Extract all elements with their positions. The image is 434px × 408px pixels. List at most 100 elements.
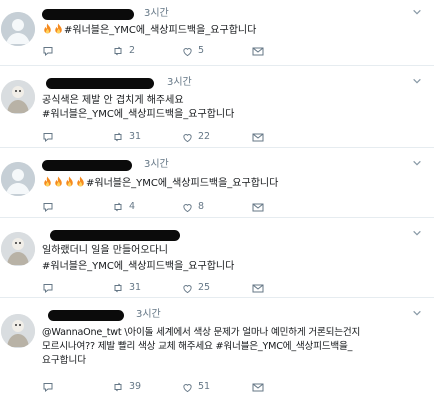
retweet-icon bbox=[112, 45, 124, 57]
tweet-text-line: 요구합니다 bbox=[42, 355, 87, 366]
tweet-text: 일하랬더니 일을 만들어오다니 bbox=[42, 245, 168, 256]
default-avatar[interactable] bbox=[1, 162, 35, 196]
like-count: 25 bbox=[198, 282, 211, 293]
heart-icon bbox=[182, 283, 193, 294]
retweet-icon bbox=[112, 201, 124, 213]
mail-icon bbox=[252, 132, 264, 143]
tweet-header: 3시간 bbox=[42, 7, 422, 21]
retweet-count: 39 bbox=[129, 381, 142, 392]
redaction-mark bbox=[42, 9, 134, 20]
chevron-down-icon[interactable] bbox=[412, 308, 422, 318]
reply-icon bbox=[42, 381, 54, 393]
tweet-header: 3시간 bbox=[42, 76, 422, 90]
retweet-icon bbox=[112, 381, 124, 393]
photo-avatar[interactable] bbox=[1, 80, 35, 114]
tweet-text: #워너블은_YMC에_색상피드백을_요구합니다 bbox=[42, 23, 430, 38]
chevron-down-icon[interactable] bbox=[412, 228, 422, 238]
tweet-actions: 31 25 bbox=[42, 281, 342, 295]
dm-button[interactable] bbox=[252, 130, 264, 144]
tweet-text-line: @WannaOne_twt \아이돌 세계에서 색상 문제가 얼마나 예민하게 … bbox=[42, 327, 361, 338]
tweet-header: 3시간 bbox=[42, 158, 422, 172]
retweet-button[interactable]: 31 bbox=[112, 281, 141, 295]
heart-icon bbox=[182, 202, 193, 213]
fire-icon bbox=[75, 176, 86, 188]
tweet-header bbox=[42, 228, 422, 242]
dm-button[interactable] bbox=[252, 200, 264, 214]
chevron-down-icon[interactable] bbox=[412, 76, 422, 86]
tweet-actions: 4 8 bbox=[42, 200, 342, 214]
tweet-actions: 31 22 bbox=[42, 130, 342, 144]
fire-icon bbox=[42, 176, 53, 188]
like-button[interactable]: 5 bbox=[182, 44, 204, 58]
reply-icon bbox=[42, 282, 54, 294]
tweet-text: 공식색은 제발 안 겹치게 해주세요 bbox=[42, 95, 184, 106]
reply-button[interactable] bbox=[42, 130, 54, 144]
tweet[interactable]: 3시간 공식색은 제발 안 겹치게 해주세요 #워너블은_YMC에_색상피드백을… bbox=[0, 66, 434, 148]
hashtag[interactable]: #워너블은_YMC에_색상피드백을_요구합니다 bbox=[64, 25, 256, 36]
tweet-hashtag[interactable]: #워너블은_YMC에_색상피드백을_요구합니다 bbox=[42, 260, 430, 274]
like-button[interactable]: 25 bbox=[182, 281, 210, 295]
fire-icon bbox=[53, 176, 64, 188]
tweet[interactable]: 3시간 #워너블은_YMC에_색상피드백을_요구합니다 4 8 bbox=[0, 148, 434, 218]
redaction-mark bbox=[42, 160, 132, 171]
retweet-count: 31 bbox=[129, 131, 142, 142]
retweet-icon bbox=[112, 282, 124, 294]
chevron-down-icon[interactable] bbox=[412, 7, 422, 17]
default-avatar[interactable] bbox=[1, 12, 35, 46]
fire-icon bbox=[64, 176, 75, 188]
like-button[interactable]: 8 bbox=[182, 200, 204, 214]
heart-icon bbox=[182, 46, 193, 57]
photo-avatar[interactable] bbox=[1, 314, 35, 348]
tweet[interactable]: 일하랬더니 일을 만들어오다니 #워너블은_YMC에_색상피드백을_요구합니다 … bbox=[0, 218, 434, 298]
tweet-header: 3시간 bbox=[42, 308, 422, 322]
dm-button[interactable] bbox=[252, 281, 264, 295]
tweet[interactable]: 3시간 #워너블은_YMC에_색상피드백을_요구합니다 2 5 bbox=[0, 0, 434, 66]
like-count: 51 bbox=[198, 381, 211, 392]
mail-icon bbox=[252, 202, 264, 213]
like-button[interactable]: 51 bbox=[182, 380, 210, 394]
retweet-button[interactable]: 39 bbox=[112, 380, 141, 394]
heart-icon bbox=[182, 382, 193, 393]
hashtag[interactable]: #워너블은_YMC에_색상피드백을_요구합니다 bbox=[86, 178, 278, 189]
retweet-icon bbox=[112, 131, 124, 143]
reply-button[interactable] bbox=[42, 44, 54, 58]
mail-icon bbox=[252, 382, 264, 393]
timestamp[interactable]: 3시간 bbox=[144, 158, 169, 172]
tweet-feed: 3시간 #워너블은_YMC에_색상피드백을_요구합니다 2 5 3시간 공식색은… bbox=[0, 0, 434, 408]
chevron-down-icon[interactable] bbox=[412, 158, 422, 168]
reply-button[interactable] bbox=[42, 380, 54, 394]
retweet-count: 2 bbox=[129, 45, 136, 56]
timestamp[interactable]: 3시간 bbox=[167, 76, 192, 90]
retweet-count: 4 bbox=[129, 201, 136, 212]
timestamp[interactable]: 3시간 bbox=[144, 7, 169, 21]
retweet-button[interactable]: 31 bbox=[112, 130, 141, 144]
photo-avatar[interactable] bbox=[1, 232, 35, 266]
like-button[interactable]: 22 bbox=[182, 130, 210, 144]
tweet-actions: 2 5 bbox=[42, 44, 342, 58]
tweet-text: #워너블은_YMC에_색상피드백을_요구합니다 bbox=[42, 176, 430, 191]
dm-button[interactable] bbox=[252, 44, 264, 58]
fire-icon bbox=[42, 23, 53, 35]
tweet[interactable]: 3시간 @WannaOne_twt \아이돌 세계에서 색상 문제가 얼마나 예… bbox=[0, 298, 434, 408]
reply-icon bbox=[42, 131, 54, 143]
dm-button[interactable] bbox=[252, 380, 264, 394]
tweet-hashtag[interactable]: #워너블은_YMC에_색상피드백을_요구합니다 bbox=[42, 108, 430, 122]
fire-icon bbox=[53, 23, 64, 35]
reply-icon bbox=[42, 45, 54, 57]
reply-icon bbox=[42, 201, 54, 213]
like-count: 8 bbox=[198, 201, 205, 212]
redaction-mark bbox=[46, 78, 154, 89]
heart-icon bbox=[182, 132, 193, 143]
mail-icon bbox=[252, 46, 264, 57]
retweet-button[interactable]: 4 bbox=[112, 200, 135, 214]
retweet-count: 31 bbox=[129, 282, 142, 293]
redaction-mark bbox=[48, 310, 124, 321]
like-count: 22 bbox=[198, 131, 211, 142]
like-count: 5 bbox=[198, 45, 205, 56]
retweet-button[interactable]: 2 bbox=[112, 44, 135, 58]
tweet-text-line: 모르시나여?? 제발 빨리 색상 교체 해주세요 #워너블은_YMC에_색상피드… bbox=[42, 341, 353, 352]
reply-button[interactable] bbox=[42, 281, 54, 295]
timestamp[interactable]: 3시간 bbox=[136, 308, 161, 322]
tweet-actions: 39 51 bbox=[42, 380, 342, 394]
reply-button[interactable] bbox=[42, 200, 54, 214]
